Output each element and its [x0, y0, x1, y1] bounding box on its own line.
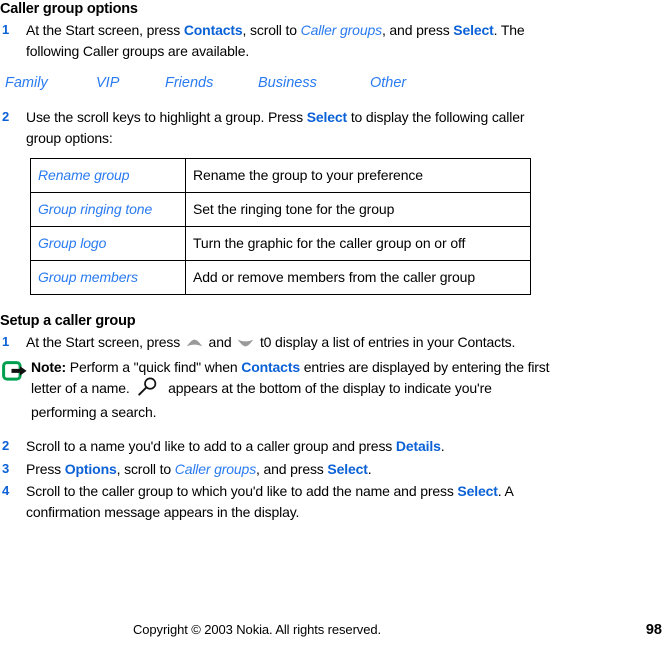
step-text-mid: and	[204, 334, 236, 350]
page-content: Caller group options 1 At the Start scre…	[0, 0, 670, 522]
text-run: .	[440, 438, 445, 454]
step-item: 3 Press Options, scroll to Caller groups…	[0, 459, 670, 480]
section-heading-caller-group-options: Caller group options	[0, 1, 138, 17]
page-number: 98	[645, 622, 662, 638]
caller-group-list: Family VIP Friends Business Other	[0, 73, 670, 97]
step-item: 2 Scroll to a name you'd like to add to …	[0, 436, 670, 457]
note-keyword: Contacts	[241, 358, 300, 375]
note-arrow-icon	[0, 357, 30, 386]
table-row: Rename group Rename the group to your pre…	[30, 158, 531, 193]
step-number: 2	[2, 438, 10, 453]
step-item: 2 Use the scroll keys to highlight a gro…	[0, 107, 670, 148]
step-item: 1 At the Start screen, press and t0 disp…	[0, 332, 670, 354]
text-run: , and press	[381, 22, 454, 38]
softkey-label: Options	[64, 460, 117, 477]
option-name-cell: Rename group	[30, 158, 186, 193]
caller-group-item: Business	[258, 75, 317, 91]
step-number: 3	[2, 460, 10, 476]
option-description-cell: Rename the group to your preference	[185, 158, 531, 193]
step-text-pre: At the Start screen, press	[26, 334, 184, 350]
step-number: 1	[2, 334, 10, 349]
step-text: At the Start screen, press Contacts, scr…	[26, 20, 556, 61]
softkey-label: Contacts	[183, 22, 243, 38]
scroll-up-icon	[186, 333, 203, 354]
step-number: 2	[2, 109, 10, 124]
table-row: Group logo Turn the graphic for the calle…	[30, 226, 531, 261]
note-label: Note:	[31, 358, 67, 375]
magnifier-icon	[137, 377, 159, 402]
step-text: Scroll to the caller group to which you'…	[26, 481, 556, 522]
step-text: Press Options, scroll to Caller groups, …	[26, 459, 372, 480]
option-name-cell: Group members	[30, 260, 186, 295]
text-run: Scroll to the caller group to which you'…	[26, 483, 458, 499]
text-run: At the Start screen, press	[26, 22, 184, 38]
table-row: Group members Add or remove members from …	[30, 260, 531, 295]
caller-group-item: Other	[370, 75, 407, 91]
step-text-post: t0 display a list of entries in your Con…	[256, 334, 516, 350]
step-item: 1 At the Start screen, press Contacts, s…	[0, 20, 670, 61]
note-text: Note: Perform a "quick find" when Contac…	[30, 357, 551, 423]
option-description-cell: Add or remove members from the caller gr…	[185, 260, 531, 295]
caller-group-item: VIP	[96, 75, 120, 91]
option-description-cell: Turn the graphic for the caller group on…	[185, 226, 531, 261]
note-text-part1: Perform a "quick find" when	[66, 358, 242, 375]
text-run: Press	[26, 460, 65, 477]
option-name-cell: Group logo	[30, 226, 186, 261]
page-footer: Copyright © 2003 Nokia. All rights reser…	[0, 621, 670, 641]
softkey-label: Select	[453, 22, 494, 38]
scroll-down-icon	[237, 333, 254, 354]
option-name-cell: Group ringing tone	[30, 192, 186, 227]
step-text: At the Start screen, press and t0 displa…	[26, 332, 515, 354]
text-run: , scroll to	[242, 22, 301, 38]
section-heading-setup-caller-group: Setup a caller group	[0, 313, 136, 329]
table-row: Group ringing tone Set the ringing tone f…	[30, 192, 531, 227]
text-run: Use the scroll keys to highlight a group…	[26, 109, 307, 125]
copyright-text: Copyright © 2003 Nokia. All rights reser…	[133, 622, 381, 637]
softkey-label: Details	[395, 438, 441, 454]
option-description-cell: Set the ringing tone for the group	[185, 192, 531, 227]
text-run: , and press	[256, 460, 328, 477]
softkey-label: Select	[457, 483, 498, 499]
step-text: Use the scroll keys to highlight a group…	[26, 107, 556, 148]
caller-group-options-table: Rename group Rename the group to your pre…	[30, 158, 531, 295]
step-number: 1	[2, 22, 10, 37]
caller-group-item: Family	[5, 75, 48, 91]
menu-item-label: Caller groups	[300, 22, 382, 38]
step-item: 4 Scroll to the caller group to which yo…	[0, 481, 670, 522]
text-run: Scroll to a name you'd like to add to a …	[26, 438, 396, 454]
text-run: , scroll to	[116, 460, 175, 477]
menu-item-label: Caller groups	[174, 460, 257, 477]
note-block: Note: Perform a "quick find" when Contac…	[0, 357, 670, 423]
step-text: Scroll to a name you'd like to add to a …	[26, 436, 445, 457]
text-run: .	[367, 460, 372, 477]
softkey-label: Select	[327, 460, 368, 477]
manual-page: Caller group options 1 At the Start scre…	[0, 0, 670, 649]
step-number: 4	[2, 483, 10, 498]
caller-group-item: Friends	[165, 75, 214, 91]
softkey-label: Select	[306, 109, 348, 125]
